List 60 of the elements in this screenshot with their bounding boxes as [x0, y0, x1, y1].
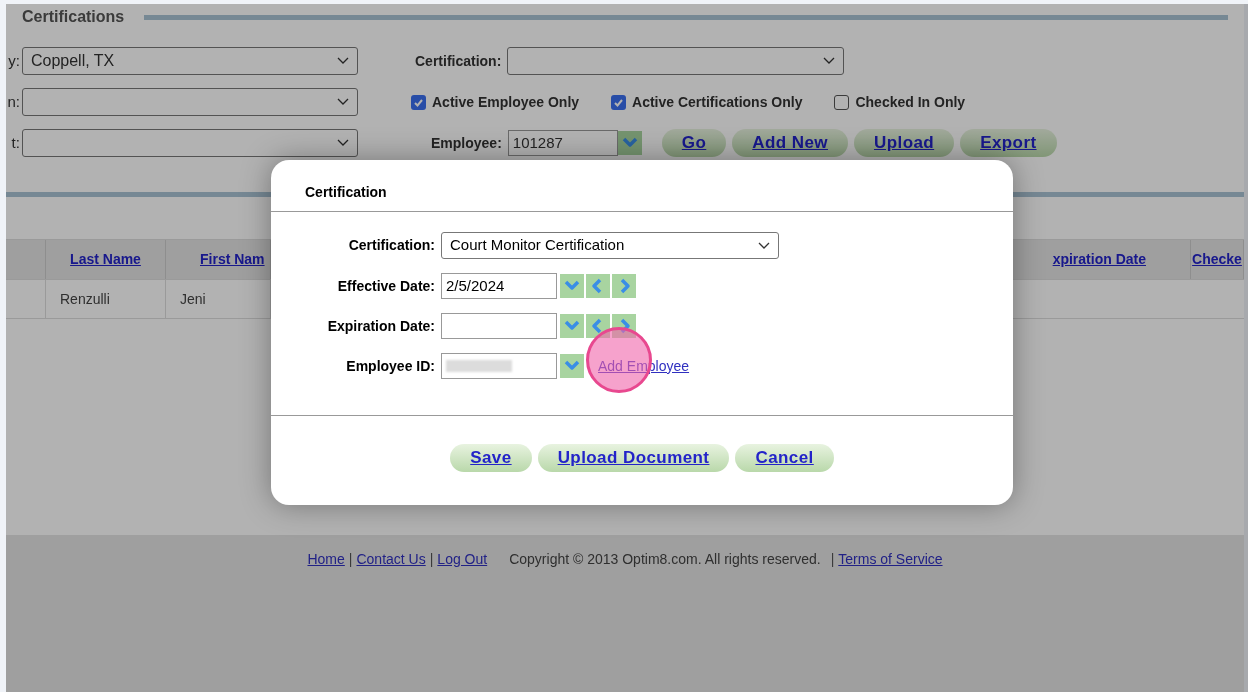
table-cell-text: Jeni	[180, 289, 206, 309]
column-header[interactable]: First Nam	[200, 249, 265, 270]
field-label: Certification:	[347, 236, 435, 255]
checkbox-label: Active Certifications Only	[632, 92, 803, 112]
action-button[interactable]: Go	[661, 129, 727, 157]
table-cell-text: Renzulli	[60, 289, 110, 309]
chevron-down-icon	[758, 241, 770, 250]
chevron-down-icon	[823, 57, 836, 65]
filter-select[interactable]: Coppell, TX	[21, 47, 358, 75]
action-button[interactable]: Export	[960, 129, 1057, 157]
column-header[interactable]: Checke	[1192, 249, 1242, 270]
action-button[interactable]: Upload	[854, 129, 955, 157]
date-field[interactable]	[441, 313, 557, 339]
checkbox[interactable]	[834, 94, 850, 110]
dropdown-icon[interactable]	[560, 354, 584, 378]
previous-icon[interactable]	[586, 314, 610, 338]
separator: |	[429, 549, 434, 569]
chevron-down-icon	[337, 98, 349, 106]
field-label: Employee ID:	[345, 356, 435, 376]
employee-field[interactable]: 101287	[507, 130, 618, 156]
chevron-down-icon	[337, 57, 349, 65]
filter-select[interactable]	[21, 129, 358, 157]
separator: |	[830, 549, 835, 569]
next-icon[interactable]	[612, 274, 636, 298]
checkbox-label: Checked In Only	[855, 92, 966, 112]
action-button[interactable]: Cancel	[735, 444, 834, 472]
field-label: Expiration Date:	[326, 316, 435, 336]
checkbox-label: Active Employee Only	[432, 92, 580, 112]
previous-icon[interactable]	[586, 274, 610, 298]
action-button[interactable]: Add New	[732, 129, 848, 157]
date-field[interactable]: 2/5/2024	[441, 273, 557, 299]
modal-title: Certification	[305, 183, 387, 202]
action-button[interactable]: Upload Document	[537, 444, 730, 472]
copyright-text: Copyright © 2013 Optim8.com. All rights reserved.	[509, 549, 821, 569]
chevron-down-icon	[337, 139, 349, 147]
checkbox[interactable]	[411, 94, 426, 110]
footer-link[interactable]: Home	[307, 548, 345, 570]
filter-label: n:	[6, 91, 20, 112]
filter-label: y:	[7, 50, 20, 71]
dropdown-icon[interactable]	[560, 314, 584, 338]
next-icon[interactable]	[612, 314, 636, 338]
footer-link[interactable]: Terms of Service	[838, 548, 943, 570]
separator: |	[348, 549, 353, 569]
checkbox[interactable]	[611, 94, 627, 110]
footer-link[interactable]: Log Out	[437, 548, 488, 570]
dropdown-icon[interactable]	[560, 274, 584, 298]
field-label: Effective Date:	[336, 276, 435, 296]
column-header[interactable]: xpiration Date	[1052, 249, 1146, 270]
filter-label: t:	[10, 132, 20, 153]
dropdown-icon[interactable]	[617, 131, 642, 155]
filter-label: Employee:	[431, 133, 502, 153]
filter-select[interactable]	[21, 88, 358, 116]
action-button[interactable]: Save	[450, 444, 532, 472]
filter-label: Certification:	[415, 51, 502, 71]
column-header[interactable]: Last Name	[70, 249, 141, 270]
section-title: Certifications	[22, 7, 125, 27]
footer-link[interactable]: Contact Us	[356, 548, 426, 570]
certification-select[interactable]: Court Monitor Certification	[441, 232, 779, 259]
certification-select[interactable]	[507, 47, 845, 75]
employee-id-field[interactable]	[441, 353, 557, 379]
